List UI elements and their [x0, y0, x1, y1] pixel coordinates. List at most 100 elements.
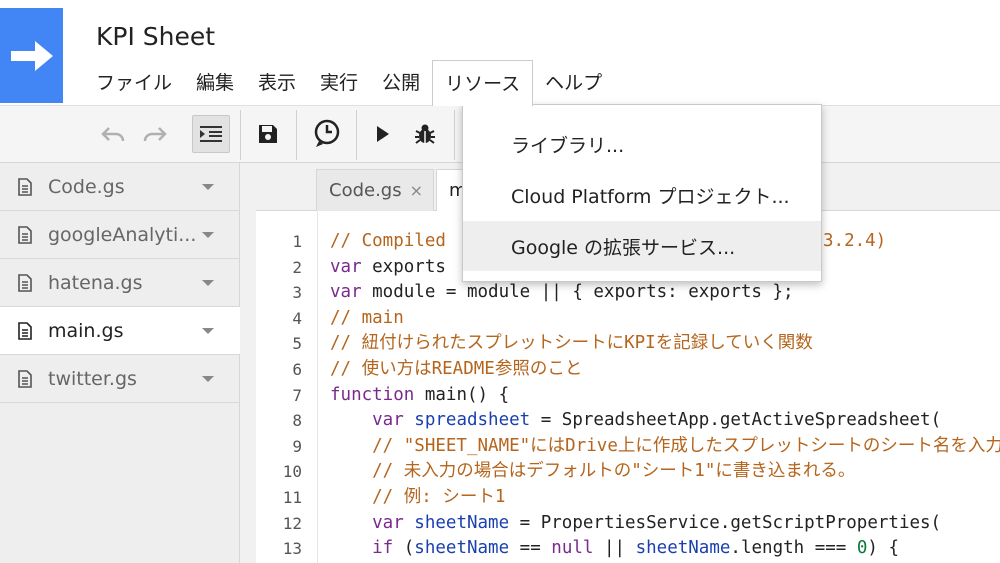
line-number-gutter: 1 2 3 4 5 6 7 8 9 10 11 12 13	[256, 211, 318, 563]
chevron-down-icon[interactable]	[202, 279, 214, 286]
code-line-3: var module = module || { exports: export…	[330, 280, 794, 306]
code-text: ||	[593, 538, 636, 559]
code-line-5: // 紐付けられたスプレットシートにKPIを記録していく関数	[330, 331, 813, 357]
arrow-right-icon	[10, 40, 53, 71]
indent-button[interactable]	[192, 115, 230, 153]
menu-file[interactable]: ファイル	[84, 60, 184, 105]
menu-run[interactable]: 実行	[308, 60, 370, 105]
save-button[interactable]	[249, 115, 287, 153]
file-name: hatena.gs	[48, 271, 143, 294]
toolbar-separator	[454, 110, 455, 160]
triggers-clock-icon	[314, 119, 340, 147]
code-line-9: // "SHEET_NAME"にはDrive上に作成したスプレットシートのシート…	[330, 434, 1000, 460]
menu-item-advanced-google-services[interactable]: Google の拡張サービス...	[463, 221, 821, 271]
code-comment: // 例: シート1	[330, 487, 506, 507]
run-button[interactable]	[364, 115, 402, 153]
code-line-11: // 例: シート1	[330, 485, 505, 511]
code-variable: sheetName	[635, 538, 731, 559]
file-item-googleanalytics[interactable]: googleAnalyti...	[0, 211, 240, 259]
code-variable: spreadsheet	[414, 410, 531, 431]
code-text: = PropertiesService.getScriptProperties(	[509, 512, 942, 533]
code-keyword: if	[330, 538, 394, 559]
document-icon	[18, 273, 32, 292]
code-line-8: var spreadsheet = SpreadsheetApp.getActi…	[330, 408, 941, 434]
close-icon[interactable]: ×	[410, 181, 423, 200]
code-line-6: // 使い方はREADME参照のこと	[330, 357, 582, 383]
code-keyword: var	[330, 410, 415, 431]
code-keyword: null	[551, 538, 594, 559]
code-number: 0	[856, 538, 868, 559]
file-item-twitter[interactable]: twitter.gs	[0, 355, 240, 403]
chevron-down-icon[interactable]	[202, 375, 214, 382]
debug-button[interactable]	[406, 115, 444, 153]
code-line-7: function main() {	[330, 383, 509, 409]
menu-help[interactable]: ヘルプ	[533, 60, 614, 105]
menu-item-libraries[interactable]: ライブラリ...	[463, 119, 821, 169]
code-line-12: var sheetName = PropertiesService.getScr…	[330, 511, 941, 537]
menu-item-cloud-platform-project[interactable]: Cloud Platform プロジェクト...	[463, 170, 821, 220]
code-line-13: if (sheetName == null || sheetName.lengt…	[330, 536, 899, 562]
code-keyword: var	[330, 512, 415, 533]
file-name: main.gs	[48, 319, 124, 342]
line-number: 3	[292, 283, 302, 303]
code-comment: // "SHEET_NAME"にはDrive上に作成したスプレットシートのシート…	[330, 435, 1000, 456]
chevron-down-icon[interactable]	[202, 231, 214, 238]
menu-publish[interactable]: 公開	[370, 60, 432, 105]
code-comment: // 紐付けられたスプレットシートにKPIを記録していく関数	[330, 333, 813, 354]
code-text: exports	[361, 256, 446, 277]
editor-splitter[interactable]	[240, 163, 256, 563]
code-variable: sheetName	[414, 512, 510, 533]
line-number: 4	[292, 308, 302, 328]
file-item-hatena[interactable]: hatena.gs	[0, 259, 240, 307]
document-icon	[18, 369, 32, 388]
file-item-main[interactable]: main.gs	[0, 307, 240, 355]
document-icon	[18, 321, 32, 340]
file-name: Code.gs	[48, 175, 125, 198]
code-line-4: // main	[330, 306, 404, 332]
debug-bug-icon	[415, 124, 435, 144]
document-icon	[18, 177, 32, 196]
code-keyword: var	[330, 256, 362, 277]
toolbar-separator	[296, 110, 297, 160]
chevron-down-icon[interactable]	[202, 183, 214, 190]
indent-icon	[200, 126, 222, 142]
chevron-down-icon[interactable]	[202, 327, 214, 334]
code-line-10: // 未入力の場合はデフォルトの"シート1"に書き込まれる。	[330, 459, 855, 485]
code-comment: // Compiled	[330, 231, 457, 251]
code-variable: sheetName	[414, 538, 510, 559]
document-icon	[18, 225, 32, 244]
file-name: googleAnalyti...	[48, 223, 197, 246]
menu-edit[interactable]: 編集	[184, 60, 246, 105]
line-number: 7	[292, 385, 302, 405]
redo-button[interactable]	[136, 115, 174, 153]
triggers-button[interactable]	[308, 115, 346, 153]
toolbar-separator	[356, 110, 357, 160]
menu-resources[interactable]: リソース	[432, 60, 534, 106]
redo-icon	[143, 127, 167, 142]
toolbar-separator	[240, 110, 241, 160]
project-title[interactable]: KPI Sheet	[96, 22, 215, 51]
code-text: .length ===	[730, 538, 857, 559]
header: KPI Sheet ファイル 編集 表示 実行 公開 リソース ヘルプ	[0, 0, 1000, 106]
undo-button[interactable]	[94, 115, 132, 153]
line-number: 11	[282, 488, 302, 507]
file-item-code[interactable]: Code.gs	[0, 163, 240, 211]
code-comment: // 未入力の場合はデフォルトの"シート1"に書き込まれる。	[330, 461, 856, 482]
code-comment: // main	[330, 307, 404, 328]
code-text: (	[393, 538, 415, 559]
menu-view[interactable]: 表示	[246, 60, 308, 105]
apps-script-logo[interactable]	[0, 8, 63, 103]
tab-code-gs[interactable]: Code.gs ×	[316, 169, 434, 211]
code-text: = SpreadsheetApp.getActiveSpreadsheet(	[530, 410, 942, 431]
code-text: ==	[509, 538, 552, 559]
file-name: twitter.gs	[48, 367, 137, 390]
line-number: 8	[292, 411, 302, 431]
code-line-1: // Compiled	[330, 229, 456, 255]
file-list-sidebar: Code.gs googleAnalyti... hatena.gs main.…	[0, 163, 240, 563]
line-number: 1	[292, 232, 302, 251]
line-number: 2	[292, 257, 302, 277]
code-line-2: var exports	[330, 255, 446, 281]
run-icon	[377, 126, 389, 142]
undo-icon	[101, 127, 125, 142]
code-line-1-tail: 3.2.4)	[823, 229, 886, 255]
